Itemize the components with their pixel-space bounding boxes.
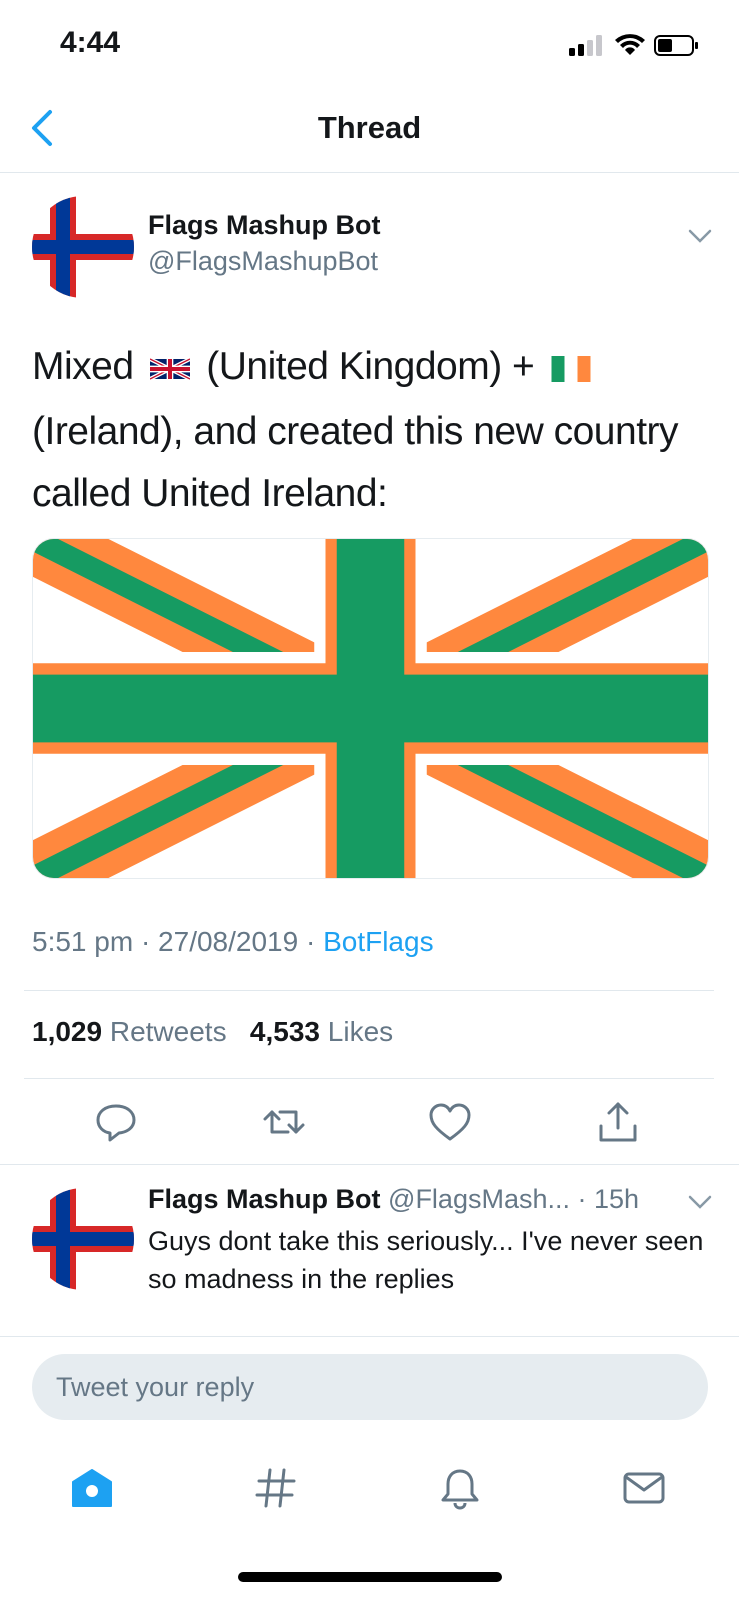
likes-label: Likes: [327, 1016, 394, 1047]
reply-options-button[interactable]: [686, 1192, 714, 1212]
retweets-stat[interactable]: 1,029 Retweets: [32, 1016, 227, 1047]
united-ireland-flag-image: [33, 539, 708, 878]
share-button[interactable]: [594, 1098, 642, 1146]
thread-divider: [0, 1164, 739, 1165]
cellular-signal-icon: [569, 35, 602, 56]
page-title: Thread: [317, 110, 422, 145]
author-handle[interactable]: @FlagsMashupBot: [148, 246, 378, 277]
status-time: 4:44: [60, 26, 121, 59]
retweets-count: 1,029: [32, 1016, 103, 1047]
reply-author-name[interactable]: Flags Mashup Bot: [148, 1184, 381, 1214]
like-icon: [429, 1103, 471, 1141]
composer-divider: [0, 1336, 739, 1337]
wifi-icon: [615, 34, 645, 55]
tab-home[interactable]: [62, 1458, 122, 1518]
tweet-media-image[interactable]: [32, 538, 709, 879]
author-name[interactable]: Flags Mashup Bot: [148, 210, 381, 241]
reply-input[interactable]: [32, 1354, 708, 1420]
stats-divider: [24, 1078, 714, 1079]
reply-avatar[interactable]: [32, 1188, 134, 1290]
tweet-text-part1: Mixed: [32, 345, 134, 388]
avatar[interactable]: [32, 196, 134, 298]
uk-flag-emoji-icon: [148, 339, 191, 401]
home-indicator: [238, 1572, 502, 1582]
reply-handle-time[interactable]: @FlagsMash... · 15h: [388, 1184, 639, 1214]
reply-header: Flags Mashup Bot @FlagsMash... · 15h: [148, 1184, 639, 1215]
likes-count: 4,533: [249, 1016, 320, 1047]
reply-icon: [96, 1104, 136, 1142]
tweet-text-part3: (Ireland), and created this new country …: [32, 410, 679, 515]
messages-envelope-icon: [623, 1472, 665, 1504]
tweet-timestamp: 5:51 pm · 27/08/2019 ·: [32, 926, 324, 957]
explore-hashtag-icon: [255, 1468, 296, 1508]
share-icon: [599, 1102, 637, 1142]
notifications-bell-icon: [441, 1469, 479, 1510]
likes-stat[interactable]: 4,533 Likes: [250, 1016, 393, 1047]
tweet-text-part2: (United Kingdom) +: [206, 345, 535, 388]
battery-icon: [654, 35, 698, 56]
retweet-icon: [263, 1110, 305, 1134]
chevron-down-icon: [688, 229, 712, 243]
tweet-options-button[interactable]: [686, 226, 714, 246]
chevron-down-icon: [688, 1195, 712, 1209]
reply-text: Guys dont take this seriously... I've ne…: [148, 1226, 704, 1294]
tab-explore[interactable]: [246, 1458, 306, 1518]
tab-messages[interactable]: [614, 1458, 674, 1518]
meta-divider: [24, 990, 714, 991]
reply-button[interactable]: [92, 1098, 140, 1146]
tab-notifications[interactable]: [430, 1458, 490, 1518]
tweet-text: Mixed (United Kingdom) + (Ireland), and …: [32, 336, 712, 525]
ireland-flag-emoji-icon: [551, 339, 591, 401]
tweet-meta: 5:51 pm · 27/08/2019 · BotFlags: [32, 926, 434, 958]
tweet-source-link[interactable]: BotFlags: [323, 926, 434, 957]
nav-divider: [0, 172, 739, 173]
home-icon: [72, 1469, 112, 1507]
retweet-button[interactable]: [260, 1098, 308, 1146]
tweet-stats: 1,029 Retweets 4,533 Likes: [32, 1016, 393, 1048]
retweets-label: Retweets: [109, 1016, 227, 1047]
like-button[interactable]: [426, 1098, 474, 1146]
status-icons: [569, 30, 699, 65]
